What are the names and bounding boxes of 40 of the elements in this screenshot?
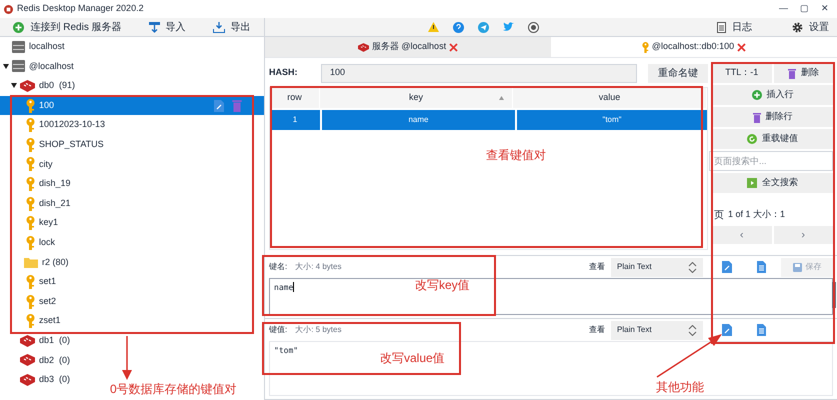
tree-label: 100 [39,98,54,112]
key-type-label: HASH: [269,66,298,80]
key-count: (0) [59,354,70,367]
tree-label: city [39,158,52,171]
size-info: 大小: 5 bytes [295,324,342,336]
view-label: 查看 [589,324,605,336]
tree-label: db2 [39,354,54,367]
tree-label: set1 [39,275,56,288]
tree-label: key1 [39,216,58,230]
key-count: (91) [59,79,76,92]
tree-label: 10012023-10-13 [39,118,106,132]
annotation-label: 改写key值 [415,277,470,294]
annotation-label: 0号数据库存储的键值对 [110,381,237,398]
view-label: 查看 [589,261,605,273]
tab-label: @localhost::db0:100 [652,40,734,54]
size-info: 大小: 4 bytes [295,261,342,273]
tree-label: r2 (80) [42,256,69,269]
ttl-label: TTL：-1 [712,63,772,83]
annotation-label: 查看键值对 [486,147,546,164]
tab-label: 服务器 @localhost [372,40,446,54]
page-label: 页 [714,208,724,222]
annotation-label: 改写value值 [380,350,445,367]
tree-label: @localhost [29,60,74,73]
tree-label: localhost [29,40,65,54]
key-count: (0) [59,373,70,386]
field-label: 键名: [269,261,288,273]
tree-label: SHOP_STATUS [39,138,104,152]
tree-label: db1 [39,334,54,347]
tree-label: set2 [39,294,56,308]
field-label: 键值: [269,324,288,336]
tree-label: dish_21 [39,196,71,210]
tree-label: zset1 [39,314,61,328]
tree-label: dish_19 [39,177,71,190]
window-title: Redis Desktop Manager 2020.2 [17,2,144,16]
annotation-label: 其他功能 [656,379,704,396]
tree-label: db3 [39,373,54,386]
tree-label: lock [39,236,56,249]
page-info: 1 of 1 大小：1 [728,208,786,222]
tree-label: db0 [39,79,54,92]
key-count: (0) [59,334,70,347]
